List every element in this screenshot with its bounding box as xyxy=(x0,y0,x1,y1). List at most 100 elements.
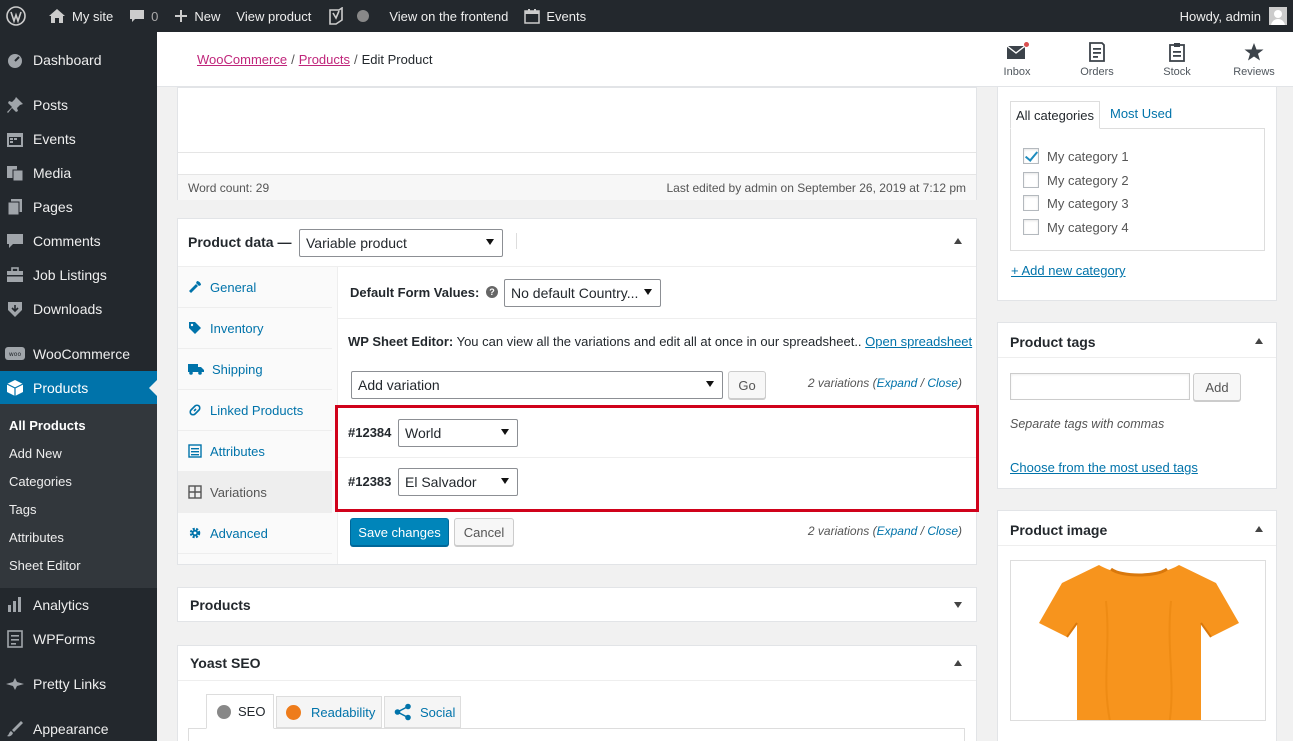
truck-icon xyxy=(188,364,204,375)
sidebar-item-pages[interactable]: Pages xyxy=(0,190,157,224)
variation-attribute-select[interactable]: World xyxy=(398,419,518,447)
tab-general[interactable]: General xyxy=(178,267,332,308)
tab-label: Attributes xyxy=(210,443,265,459)
close-link[interactable]: Close xyxy=(927,376,958,390)
yoast-menu[interactable] xyxy=(319,0,381,32)
collapse-toggle-icon[interactable] xyxy=(1255,338,1263,344)
products-panel-title: Products xyxy=(190,597,251,613)
tab-most-used[interactable]: Most Used xyxy=(1110,106,1172,121)
add-tag-button[interactable]: Add xyxy=(1193,373,1241,401)
expand-toggle-icon[interactable] xyxy=(954,602,962,608)
tab-linked-products[interactable]: Linked Products xyxy=(178,390,332,431)
avatar xyxy=(1269,7,1287,25)
help-icon[interactable]: ? xyxy=(486,286,498,298)
sheet-editor-notice: WP Sheet Editor: You can view all the va… xyxy=(348,334,972,349)
expand-link[interactable]: Expand xyxy=(877,524,918,538)
inbox-button[interactable]: Inbox xyxy=(987,41,1047,78)
add-variation-select[interactable]: Add variation xyxy=(351,371,723,399)
category-item[interactable]: My category 4 xyxy=(1023,219,1129,235)
tab-advanced[interactable]: Advanced xyxy=(178,513,332,554)
tag-input[interactable] xyxy=(1010,373,1190,400)
woocommerce-header: WooCommerce / Products / Edit Product Inbox … xyxy=(157,32,1293,87)
submenu-add-new[interactable]: Add New xyxy=(9,446,62,461)
sidebar-item-comments[interactable]: Comments xyxy=(0,224,157,258)
category-item[interactable]: My category 2 xyxy=(1023,172,1129,188)
variation-row[interactable]: #12383 El Salvador xyxy=(338,458,976,509)
checkbox-checked[interactable] xyxy=(1023,148,1039,164)
checkbox[interactable] xyxy=(1023,172,1039,188)
collapse-toggle-icon[interactable] xyxy=(1255,526,1263,532)
expand-link[interactable]: Expand xyxy=(877,376,918,390)
submenu-categories[interactable]: Categories xyxy=(9,474,72,489)
cancel-button[interactable]: Cancel xyxy=(454,518,514,546)
close-link[interactable]: Close xyxy=(927,524,958,538)
comments-link[interactable]: 0 xyxy=(121,0,166,32)
sidebar-item-woocommerce[interactable]: woo WooCommerce xyxy=(0,337,157,371)
orders-button[interactable]: Orders xyxy=(1067,42,1127,78)
collapse-toggle-icon[interactable] xyxy=(954,660,962,666)
sidebar-item-posts[interactable]: Posts xyxy=(0,88,157,122)
variation-row[interactable]: #12384 World xyxy=(338,408,976,458)
breadcrumb-products[interactable]: Products xyxy=(299,52,350,67)
reviews-button[interactable]: Reviews xyxy=(1224,42,1284,78)
tab-shipping[interactable]: Shipping xyxy=(178,349,332,390)
breadcrumb-woocommerce[interactable]: WooCommerce xyxy=(197,52,287,67)
tab-all-categories[interactable]: All categories xyxy=(1010,101,1100,129)
editor-textarea[interactable] xyxy=(178,88,976,153)
sidebar-item-media[interactable]: Media xyxy=(0,156,157,190)
yoast-tab-social[interactable]: Social xyxy=(384,696,461,728)
products-panel[interactable]: Products xyxy=(177,587,977,622)
wrench-icon xyxy=(189,281,201,293)
events-link[interactable]: Events xyxy=(516,0,594,32)
save-changes-button[interactable]: Save changes xyxy=(350,518,449,546)
view-product-link[interactable]: View product xyxy=(228,0,319,32)
variation-attribute-select[interactable]: El Salvador xyxy=(398,468,518,496)
chevron-down-icon xyxy=(486,239,494,245)
view-frontend-link[interactable]: View on the frontend xyxy=(381,0,516,32)
sidebar-item-products[interactable]: Products xyxy=(0,371,157,405)
site-name-link[interactable]: My site xyxy=(40,0,121,32)
tab-inventory[interactable]: Inventory xyxy=(178,308,332,349)
variations-count-text: 2 variations ( xyxy=(807,524,877,538)
stock-button[interactable]: Stock xyxy=(1147,42,1207,78)
wordpress-logo[interactable] xyxy=(0,0,40,32)
sidebar-item-downloads[interactable]: Downloads xyxy=(0,292,157,326)
product-type-select[interactable]: Variable product xyxy=(299,229,503,257)
submenu-tags[interactable]: Tags xyxy=(9,502,36,517)
product-image[interactable] xyxy=(1010,560,1266,721)
sidebar-item-wpforms[interactable]: WPForms xyxy=(0,622,157,656)
submenu-attributes[interactable]: Attributes xyxy=(9,530,64,545)
account-menu[interactable]: Howdy, admin xyxy=(1180,0,1287,32)
sidebar-item-pretty-links[interactable]: Pretty Links xyxy=(0,667,157,701)
category-item[interactable]: My category 1 xyxy=(1023,148,1129,164)
tab-variations[interactable]: Variations xyxy=(178,472,332,513)
add-new-category-link[interactable]: + Add new category xyxy=(1011,263,1126,278)
tags-title: Product tags xyxy=(1010,334,1096,350)
sidebar-item-events[interactable]: Events xyxy=(0,122,157,156)
product-image-header: Product image xyxy=(998,511,1276,546)
go-button[interactable]: Go xyxy=(728,371,766,399)
checkbox[interactable] xyxy=(1023,219,1039,235)
yoast-tab-seo[interactable]: SEO xyxy=(206,694,274,729)
collapse-toggle-icon[interactable] xyxy=(954,238,962,244)
submenu-sheet-editor[interactable]: Sheet Editor xyxy=(9,558,81,573)
tab-label: All categories xyxy=(1015,107,1095,123)
site-name: My site xyxy=(72,8,114,24)
choose-most-used-tags-link[interactable]: Choose from the most used tags xyxy=(1010,460,1198,475)
sidebar-item-dashboard[interactable]: Dashboard xyxy=(0,43,157,77)
category-item[interactable]: My category 3 xyxy=(1023,195,1129,211)
checkbox[interactable] xyxy=(1023,195,1039,211)
plus-icon xyxy=(175,10,188,22)
sidebar-item-job-listings[interactable]: Job Listings xyxy=(0,258,157,292)
sidebar-label: Pages xyxy=(33,199,73,215)
tab-attributes[interactable]: Attributes xyxy=(178,431,332,472)
open-spreadsheet-link[interactable]: Open spreadsheet xyxy=(865,334,972,349)
default-country-select[interactable]: No default Country... xyxy=(504,279,661,307)
yoast-tab-readability[interactable]: Readability xyxy=(276,696,382,728)
sidebar-label: Pretty Links xyxy=(33,676,107,692)
sidebar-item-analytics[interactable]: Analytics xyxy=(0,588,157,622)
new-content-link[interactable]: New xyxy=(166,0,228,32)
submenu-all-products[interactable]: All Products xyxy=(9,418,86,433)
sidebar-item-appearance[interactable]: Appearance xyxy=(0,712,157,741)
tab-label: Readability xyxy=(311,704,376,720)
